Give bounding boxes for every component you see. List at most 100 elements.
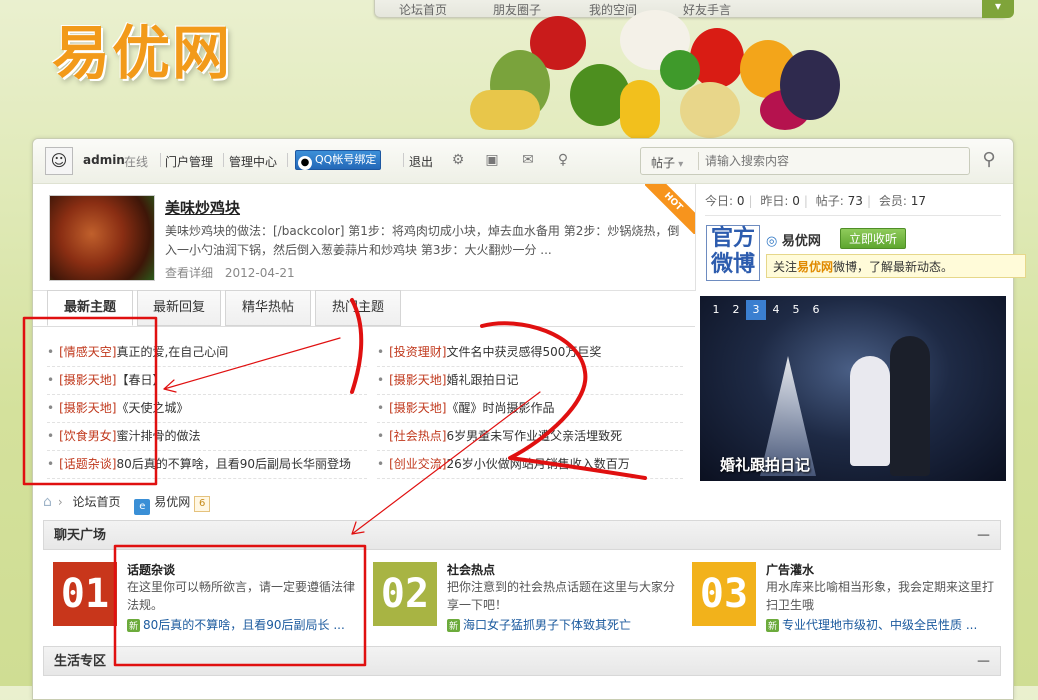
slider-pagination: 123456 — [706, 300, 826, 320]
official-weibo-logo[interactable]: 官方微博 — [706, 225, 760, 281]
forum-last-post-title[interactable]: 80后真的不算啥，且看90后副局长 ... — [143, 618, 345, 632]
search-input[interactable] — [703, 151, 965, 171]
user-avatar[interactable]: ☺ — [45, 147, 73, 175]
post-category[interactable]: [社会热点] — [389, 429, 446, 443]
post-category[interactable]: [话题杂谈] — [59, 457, 116, 471]
post-category[interactable]: [创业交流] — [389, 457, 446, 471]
post-category[interactable]: [投资理财] — [389, 345, 446, 359]
search-box: 帖子 — [640, 147, 970, 175]
post-title[interactable]: 婚礼跟拍日记 — [446, 373, 518, 387]
list-item[interactable]: [创业交流]26岁小伙做网站月销售收入数百万 — [377, 451, 683, 479]
tab-latest-replies[interactable]: 最新回复 — [137, 290, 221, 326]
list-item[interactable]: [摄影天地]《天使之城》 — [47, 395, 367, 423]
collapse-toggle[interactable]: — — [977, 647, 990, 677]
weibo-desc-suffix: 微博，了解最新动态。 — [833, 260, 954, 274]
post-category[interactable]: [情感天空] — [59, 345, 116, 359]
divider — [705, 215, 1001, 216]
list-item[interactable]: [摄影天地]【春日】 — [47, 367, 367, 395]
list-item[interactable]: [投资理财]文件名中获灵感得500万巨奖 — [377, 339, 683, 367]
divider — [160, 153, 161, 167]
tab-featured[interactable]: 精华热帖 — [225, 290, 311, 326]
featured-post-meta: 查看详细 2012-04-21 — [165, 264, 303, 281]
post-category[interactable]: [摄影天地] — [389, 401, 446, 415]
slider-page-4[interactable]: 4 — [766, 300, 786, 320]
post-category[interactable]: [摄影天地] — [59, 373, 116, 387]
list-item[interactable]: [饮食男女]蜜汁排骨的做法 — [47, 423, 367, 451]
logout-link[interactable]: 退出 — [409, 153, 433, 170]
forum-description: 用水库来比喻相当形象，我会定期来这里打扫卫生哦 — [766, 580, 995, 612]
post-title[interactable]: 6岁男童未写作业遭父亲活埋致死 — [446, 429, 622, 443]
forum-last-post[interactable]: 新 80后真的不算啥，且看90后副局长 ... — [127, 616, 367, 633]
divider — [33, 326, 695, 327]
forum-description: 把你注意到的社会热点话题在这里与大家分享一下吧！ — [447, 580, 676, 612]
hot-ribbon: HOT — [645, 184, 695, 234]
featured-post-thumbnail[interactable] — [49, 195, 155, 281]
slider-caption[interactable]: 婚礼跟拍日记 — [720, 454, 810, 475]
weibo-account-name[interactable]: 易优网 — [766, 230, 821, 249]
list-item[interactable]: [话题杂谈]80后真的不算啥，且看90后副局长华丽登场 — [47, 451, 367, 479]
search-type-select[interactable]: 帖子 — [651, 154, 683, 171]
username-link[interactable]: admin — [83, 153, 125, 167]
featured-post-summary: 美味炒鸡块的做法：[/backcolor] 第1步：将鸡肉切成小块，焯去血水备用… — [165, 224, 680, 257]
collapse-toggle[interactable]: — — [977, 521, 990, 551]
featured-post-title[interactable]: 美味炒鸡块 — [165, 197, 240, 218]
topnav-dropdown-button[interactable]: ▾ — [982, 0, 1014, 18]
search-icon[interactable]: ⚲ — [978, 149, 1000, 171]
list-item[interactable]: [摄影天地]《醒》时尚摄影作品 — [377, 395, 683, 423]
forum-item-topics[interactable]: 01 话题杂谈 在这里你可以畅所欲言，请一定要遵循法律法规。 新 80后真的不算啥… — [53, 562, 363, 632]
image-icon[interactable]: ▣ — [484, 152, 500, 168]
slider-page-6[interactable]: 6 — [806, 300, 826, 320]
post-category[interactable]: [摄影天地] — [389, 373, 446, 387]
post-title[interactable]: 蜜汁排骨的做法 — [116, 429, 200, 443]
breadcrumb-forum-home[interactable]: 论坛首页 — [73, 495, 121, 509]
tab-latest-threads[interactable]: 最新主题 — [47, 290, 133, 326]
featured-post-more-link[interactable]: 查看详细 — [165, 266, 213, 280]
forum-last-post[interactable]: 新海口女子猛抓男子下体致其死亡 — [447, 616, 687, 633]
breadcrumb: ⌂ › 论坛首页 e 易优网 6 — [43, 493, 211, 515]
portal-manage-link[interactable]: 门户管理 — [165, 153, 213, 170]
post-title[interactable]: 26岁小伙做网站月销售收入数百万 — [446, 457, 629, 471]
breadcrumb-site[interactable]: 易优网 — [154, 495, 190, 509]
post-category[interactable]: [摄影天地] — [59, 401, 116, 415]
home-icon[interactable]: ⌂ — [43, 494, 52, 510]
post-title[interactable]: 真正的爱,在自己心间 — [116, 345, 228, 359]
post-category[interactable]: [饮食男女] — [59, 429, 116, 443]
forum-last-post[interactable]: 新专业代理地市级初、中级全民性质 ... — [766, 616, 1006, 633]
slider-page-3[interactable]: 3 — [746, 300, 766, 320]
mail-icon[interactable]: ✉ — [520, 152, 536, 168]
forum-last-post-title[interactable]: 专业代理地市级初、中级全民性质 ... — [782, 618, 977, 632]
post-title[interactable]: 文件名中获灵感得500万巨奖 — [446, 345, 601, 359]
forum-name[interactable]: 话题杂谈 — [127, 561, 175, 578]
forum-item-social-hotspot[interactable]: 02 社会热点 把你注意到的社会热点话题在这里与大家分享一下吧！ 新海口女子猛抓… — [373, 562, 683, 632]
qq-bind-button[interactable]: ● QQ帐号绑定 — [295, 150, 382, 170]
weibo-desc-brand[interactable]: 易优网 — [797, 260, 833, 274]
post-list-left: [情感天空]真正的爱,在自己心间 [摄影天地]【春日】 [摄影天地]《天使之城》… — [47, 339, 367, 479]
forum-item-ads-water[interactable]: 03 广告灌水 用水库来比喻相当形象，我会定期来这里打扫卫生哦 新专业代理地市级… — [692, 562, 1002, 632]
post-list-right: [投资理财]文件名中获灵感得500万巨奖 [摄影天地]婚礼跟拍日记 [摄影天地]… — [377, 339, 683, 479]
stat-yesterday-value: 0 — [792, 194, 800, 208]
forum-description: 在这里你可以畅所欲言，请一定要遵循法律法规。 — [127, 580, 356, 612]
gear-icon[interactable]: ⚙ — [450, 152, 466, 168]
forum-name[interactable]: 广告灌水 — [766, 561, 814, 578]
post-title[interactable]: 《醒》时尚摄影作品 — [446, 401, 554, 415]
slider-page-2[interactable]: 2 — [726, 300, 746, 320]
post-title[interactable]: 【春日】 — [116, 373, 164, 387]
tab-hot-threads[interactable]: 热门主题 — [315, 290, 401, 326]
topnav-item-forum-home[interactable]: 论坛首页 — [399, 1, 447, 18]
list-item[interactable]: [摄影天地]婚礼跟拍日记 — [377, 367, 683, 395]
list-item[interactable]: [社会热点]6岁男童未写作业遭父亲活埋致死 — [377, 423, 683, 451]
site-logo[interactable]: 易优网 — [52, 6, 232, 90]
forum-last-post-title[interactable]: 海口女子猛抓男子下体致其死亡 — [463, 618, 631, 632]
slider-page-5[interactable]: 5 — [786, 300, 806, 320]
slider-page-1[interactable]: 1 — [706, 300, 726, 320]
lightbulb-icon[interactable]: ♀ — [555, 152, 571, 168]
admin-center-link[interactable]: 管理中心 — [229, 153, 277, 170]
list-item[interactable]: [情感天空]真正的爱,在自己心间 — [47, 339, 367, 367]
follow-button[interactable]: 立即收听 — [840, 228, 907, 249]
forum-name[interactable]: 社会热点 — [447, 561, 495, 578]
site-favicon-icon: e — [134, 499, 151, 515]
image-slider[interactable]: 123456 婚礼跟拍日记 — [700, 296, 1006, 481]
featured-post-date: 2012-04-21 — [224, 266, 295, 280]
post-title[interactable]: 《天使之城》 — [116, 401, 188, 415]
post-title[interactable]: 80后真的不算啥，且看90后副局长华丽登场 — [116, 457, 351, 471]
